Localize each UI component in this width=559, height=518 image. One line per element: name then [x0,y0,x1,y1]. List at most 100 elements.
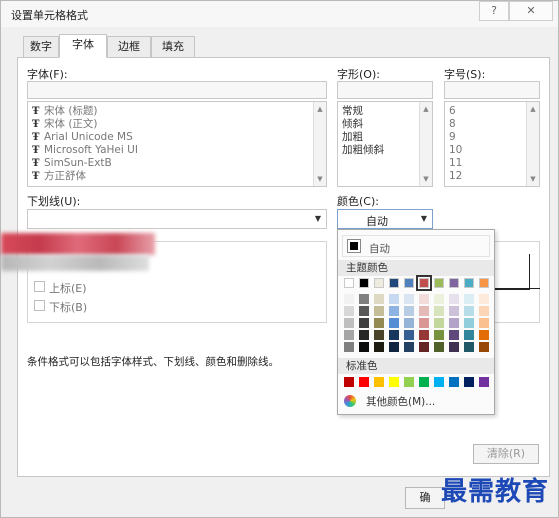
theme-color-swatch[interactable] [464,330,474,340]
theme-color-swatch[interactable] [389,330,399,340]
theme-color-swatch[interactable] [464,342,474,352]
standard-color-swatch[interactable] [359,377,369,387]
theme-color-swatch[interactable] [374,294,384,304]
font-list-item[interactable]: Ŧ 方正舒体 [32,170,86,183]
theme-color-swatch[interactable] [479,278,489,288]
theme-color-swatch[interactable] [479,306,489,316]
tab-number[interactable]: 数字 [23,36,59,57]
theme-color-swatch[interactable] [404,306,414,316]
theme-color-swatch[interactable] [404,330,414,340]
scroll-down-icon[interactable]: ▼ [422,175,430,183]
theme-color-swatch[interactable] [434,306,444,316]
font-list[interactable]: Ŧ 宋体 (标题) Ŧ 宋体 (正文) Ŧ Arial Unicode MS Ŧ Mic… [27,101,327,187]
standard-color-swatch[interactable] [404,377,414,387]
theme-color-swatch[interactable] [404,342,414,352]
theme-color-swatch[interactable] [479,318,489,328]
font-list-item[interactable]: Ŧ 宋体 (标题) [32,105,98,118]
theme-color-swatch[interactable] [464,294,474,304]
theme-color-swatch[interactable] [359,306,369,316]
font-list-item[interactable]: Ŧ Microsoft YaHei UI [32,144,138,157]
auto-color-option[interactable]: 自动 [342,235,490,257]
theme-color-swatch[interactable] [359,278,369,288]
font-list-item[interactable]: Ŧ SimSun-ExtB [32,157,112,170]
style-list-item[interactable]: 常规 [342,105,363,118]
theme-color-swatch[interactable] [344,330,354,340]
size-list-item[interactable]: 10 [449,144,462,157]
theme-color-swatch[interactable] [434,342,444,352]
theme-color-swatch[interactable] [359,294,369,304]
theme-color-swatch[interactable] [434,278,444,288]
theme-color-swatch[interactable] [434,294,444,304]
font-list-item[interactable]: Ŧ Arial Unicode MS [32,131,133,144]
style-list-item[interactable]: 倾斜 [342,118,363,131]
scroll-down-icon[interactable]: ▼ [529,175,537,183]
theme-color-swatch[interactable] [374,318,384,328]
style-list[interactable]: 常规 倾斜 加粗 加粗倾斜 ▲ ▼ [337,101,433,187]
standard-color-swatch[interactable] [434,377,444,387]
theme-color-swatch[interactable] [344,342,354,352]
font-list-item[interactable]: Ŧ 宋体 (正文) [32,118,98,131]
ok-button[interactable]: 确 [405,487,445,509]
theme-color-swatch[interactable] [434,330,444,340]
theme-color-swatch[interactable] [416,275,432,291]
standard-color-swatch[interactable] [479,377,489,387]
standard-color-swatch[interactable] [389,377,399,387]
theme-color-swatch[interactable] [389,342,399,352]
standard-color-swatch[interactable] [344,377,354,387]
theme-color-swatch[interactable] [344,318,354,328]
scroll-up-icon[interactable]: ▲ [422,105,430,113]
size-list[interactable]: 6 8 9 10 11 12 ▲ ▼ [444,101,540,187]
theme-color-swatch[interactable] [479,294,489,304]
theme-color-swatch[interactable] [374,306,384,316]
theme-color-swatch[interactable] [374,342,384,352]
theme-color-swatch[interactable] [404,294,414,304]
size-list-item[interactable]: 11 [449,157,462,170]
theme-color-swatch[interactable] [464,278,474,288]
theme-color-swatch[interactable] [449,278,459,288]
size-list-item[interactable]: 8 [449,118,456,131]
style-list-scrollbar[interactable]: ▲ ▼ [419,102,432,186]
theme-color-swatch[interactable] [464,318,474,328]
theme-color-swatch[interactable] [389,306,399,316]
theme-color-swatch[interactable] [359,318,369,328]
close-button[interactable]: ✕ [509,1,553,21]
scroll-up-icon[interactable]: ▲ [529,105,537,113]
theme-color-swatch[interactable] [479,330,489,340]
theme-color-swatch[interactable] [344,294,354,304]
theme-color-swatch[interactable] [419,294,429,304]
color-select[interactable]: 自动 ▼ [337,209,433,229]
tab-fill[interactable]: 填充 [151,36,195,57]
subscript-checkbox[interactable] [34,300,45,311]
underline-select[interactable]: ▼ [27,209,327,229]
theme-color-swatch[interactable] [419,330,429,340]
style-input[interactable] [337,81,433,99]
tab-font[interactable]: 字体 [59,34,107,58]
theme-color-swatch[interactable] [449,306,459,316]
theme-color-swatch[interactable] [374,330,384,340]
theme-color-swatch[interactable] [464,306,474,316]
theme-color-swatch[interactable] [389,278,399,288]
theme-color-swatch[interactable] [404,318,414,328]
theme-color-swatch[interactable] [389,294,399,304]
theme-color-swatch[interactable] [434,318,444,328]
clear-button[interactable]: 清除(R) [473,444,539,464]
standard-color-swatch[interactable] [449,377,459,387]
theme-color-swatch[interactable] [449,318,459,328]
standard-color-swatch[interactable] [464,377,474,387]
chevron-down-icon[interactable]: ▼ [310,210,326,228]
scroll-up-icon[interactable]: ▲ [316,105,324,113]
font-list-scrollbar[interactable]: ▲ ▼ [313,102,326,186]
superscript-checkbox[interactable] [34,281,45,292]
theme-color-swatch[interactable] [449,330,459,340]
theme-color-swatch[interactable] [419,342,429,352]
scroll-down-icon[interactable]: ▼ [316,175,324,183]
more-colors-option[interactable]: 其他颜色(M)... [366,394,435,409]
theme-color-swatch[interactable] [449,342,459,352]
theme-color-swatch[interactable] [344,306,354,316]
standard-color-swatch[interactable] [419,377,429,387]
style-list-item[interactable]: 加粗 [342,131,363,144]
theme-color-swatch[interactable] [449,294,459,304]
size-list-item[interactable]: 6 [449,105,456,118]
size-list-scrollbar[interactable]: ▲ ▼ [526,102,539,186]
chevron-down-icon[interactable]: ▼ [416,210,432,228]
